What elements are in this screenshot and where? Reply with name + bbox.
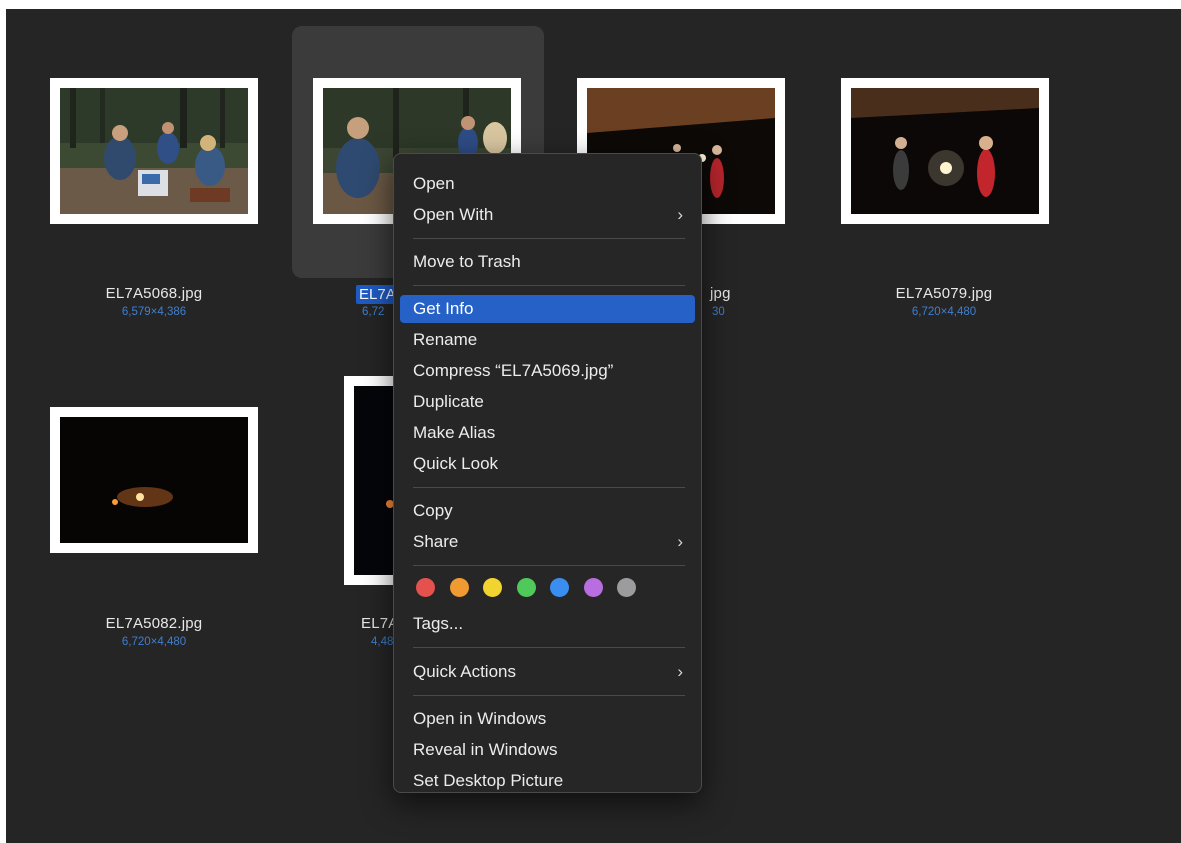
context-menu: Open Open With › Move to Trash Get Info R…	[393, 153, 702, 793]
file-name: EL7A5079.jpg	[895, 285, 993, 302]
menu-item-set-desktop-picture[interactable]: Set Desktop Picture	[400, 767, 695, 795]
menu-item-label: Reveal in Windows	[413, 740, 558, 759]
menu-item-label: Move to Trash	[413, 252, 521, 271]
menu-separator	[413, 695, 685, 696]
menu-item-label: Open in Windows	[413, 709, 547, 728]
menu-item-make-alias[interactable]: Make Alias	[400, 419, 695, 447]
file-thumbnail-el7a5079[interactable]	[841, 78, 1049, 224]
menu-item-get-info[interactable]: Get Info	[400, 295, 695, 323]
tag-color-dot[interactable]	[516, 578, 536, 597]
file-dimensions: 6,720×4,480	[121, 636, 187, 648]
photo-campfire-night	[60, 417, 248, 543]
menu-item-label: Quick Look	[413, 454, 499, 473]
menu-separator	[413, 238, 685, 239]
menu-separator	[413, 487, 685, 488]
menu-item-open-with[interactable]: Open With ›	[400, 201, 695, 229]
menu-separator	[413, 565, 685, 566]
menu-item-quick-look[interactable]: Quick Look	[400, 450, 695, 478]
menu-item-label: Set Desktop Picture	[413, 771, 564, 790]
menu-separator	[413, 647, 685, 648]
menu-item-open[interactable]: Open	[400, 170, 695, 198]
menu-separator	[413, 285, 685, 286]
menu-item-label: Rename	[413, 330, 478, 349]
file-dimensions: 6,720×4,480	[911, 306, 977, 318]
menu-item-label: Get Info	[413, 299, 474, 318]
menu-item-share[interactable]: Share ›	[400, 528, 695, 556]
file-dimensions: 30	[712, 306, 725, 318]
menu-item-label: Open	[413, 174, 455, 193]
photo-campsite-day	[60, 88, 248, 214]
menu-item-label: Tags...	[413, 614, 464, 633]
file-thumbnail-el7a5082[interactable]	[50, 407, 258, 553]
menu-item-compress[interactable]: Compress “EL7A5069.jpg”	[400, 357, 695, 385]
menu-item-label: Duplicate	[413, 392, 484, 411]
tag-color-dot[interactable]	[617, 578, 636, 597]
tag-color-dot[interactable]	[449, 578, 469, 597]
tag-color-dot[interactable]	[550, 578, 569, 597]
menu-item-label: Copy	[413, 501, 453, 520]
file-name: jpg	[710, 285, 731, 302]
menu-item-move-to-trash[interactable]: Move to Trash	[400, 248, 695, 276]
menu-item-label: Open With	[413, 205, 494, 224]
tag-color-dot[interactable]	[583, 578, 603, 597]
chevron-right-icon: ›	[677, 662, 683, 681]
tag-color-dot[interactable]	[416, 578, 435, 597]
chevron-right-icon: ›	[677, 532, 683, 551]
file-thumbnail-el7a5068[interactable]	[50, 78, 258, 224]
menu-item-label: Quick Actions	[413, 662, 516, 681]
menu-item-quick-actions[interactable]: Quick Actions ›	[400, 658, 695, 686]
menu-item-open-in-windows[interactable]: Open in Windows	[400, 705, 695, 733]
file-name: EL7A5082.jpg	[105, 615, 203, 632]
menu-item-duplicate[interactable]: Duplicate	[400, 388, 695, 416]
menu-item-copy[interactable]: Copy	[400, 497, 695, 525]
tag-color-dot[interactable]	[483, 578, 502, 597]
menu-item-reveal-in-windows[interactable]: Reveal in Windows	[400, 736, 695, 764]
chevron-right-icon: ›	[677, 205, 683, 224]
menu-item-label: Share	[413, 532, 459, 551]
file-dimensions: 6,579×4,386	[121, 306, 187, 318]
menu-item-tags[interactable]: Tags...	[400, 610, 695, 638]
photo-lantern-night	[851, 88, 1039, 214]
menu-item-label: Make Alias	[413, 423, 496, 442]
menu-item-rename[interactable]: Rename	[400, 326, 695, 354]
menu-item-label: Compress “EL7A5069.jpg”	[413, 361, 614, 380]
file-name: EL7A5068.jpg	[105, 285, 203, 302]
